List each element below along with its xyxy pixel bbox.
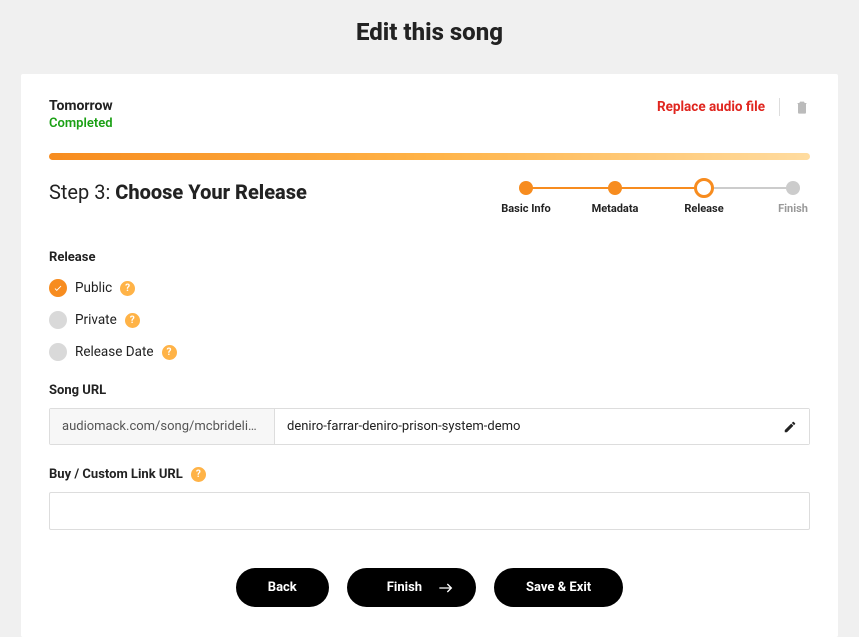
header-actions: Replace audio file bbox=[657, 98, 810, 116]
check-icon bbox=[53, 283, 63, 293]
step-row: Step 3: Choose Your Release Basic Info M… bbox=[49, 180, 810, 220]
stepper-dot-basic[interactable] bbox=[519, 181, 533, 195]
progress-bar bbox=[49, 153, 810, 160]
radio-row-private[interactable]: Private ? bbox=[49, 311, 810, 329]
buy-link-label: Buy / Custom Link URL bbox=[49, 467, 183, 482]
divider bbox=[779, 98, 780, 116]
arrow-right-icon bbox=[438, 582, 454, 594]
help-icon[interactable]: ? bbox=[191, 467, 206, 482]
back-button[interactable]: Back bbox=[236, 568, 329, 607]
buy-link-label-row: Buy / Custom Link URL ? bbox=[49, 467, 810, 482]
radio-public[interactable] bbox=[49, 279, 67, 297]
page-title: Edit this song bbox=[0, 0, 859, 74]
pencil-icon[interactable] bbox=[783, 420, 797, 434]
radio-label-release-date: Release Date bbox=[75, 344, 154, 360]
stepper-dot-metadata[interactable] bbox=[608, 181, 622, 195]
radio-row-public[interactable]: Public ? bbox=[49, 279, 810, 297]
help-icon[interactable]: ? bbox=[125, 313, 140, 328]
stepper-line-1 bbox=[526, 187, 615, 189]
radio-label-private: Private bbox=[75, 312, 117, 328]
stepper-dot-finish[interactable] bbox=[786, 181, 800, 195]
radio-row-release-date[interactable]: Release Date ? bbox=[49, 343, 810, 361]
radio-label-public: Public bbox=[75, 280, 112, 296]
radio-release-date[interactable] bbox=[49, 343, 67, 361]
buy-link-input[interactable] bbox=[49, 492, 810, 530]
step-title: Step 3: Choose Your Release bbox=[49, 180, 307, 204]
step-prefix: Step 3: bbox=[49, 180, 115, 204]
radio-private[interactable] bbox=[49, 311, 67, 329]
help-icon[interactable]: ? bbox=[120, 281, 135, 296]
edit-card: Tomorrow Completed Replace audio file St… bbox=[21, 74, 838, 637]
finish-button-label: Finish bbox=[387, 580, 422, 595]
release-section-label: Release bbox=[49, 250, 810, 265]
replace-audio-link[interactable]: Replace audio file bbox=[657, 99, 765, 115]
release-radio-group: Public ? Private ? Release Date ? bbox=[49, 279, 810, 361]
song-url-prefix: audiomack.com/song/mcbridelizab... bbox=[50, 409, 275, 444]
card-header: Tomorrow Completed Replace audio file bbox=[49, 98, 810, 131]
song-meta: Tomorrow Completed bbox=[49, 98, 113, 131]
stepper-label-release: Release bbox=[684, 202, 723, 215]
stepper-label-finish: Finish bbox=[778, 202, 808, 215]
stepper-line-2 bbox=[615, 187, 704, 189]
button-row: Back Finish Save & Exit bbox=[49, 568, 810, 607]
stepper-label-metadata: Metadata bbox=[592, 202, 639, 215]
step-name: Choose Your Release bbox=[115, 180, 307, 204]
song-url-row: audiomack.com/song/mcbridelizab... denir… bbox=[49, 408, 810, 445]
song-url-value: deniro-farrar-deniro-prison-system-demo bbox=[287, 419, 520, 434]
song-url-label: Song URL bbox=[49, 383, 106, 398]
trash-icon[interactable] bbox=[794, 99, 810, 115]
save-exit-button[interactable]: Save & Exit bbox=[494, 568, 623, 607]
stepper-label-basic: Basic Info bbox=[501, 202, 550, 215]
song-status: Completed bbox=[49, 116, 113, 131]
help-icon[interactable]: ? bbox=[162, 345, 177, 360]
finish-button[interactable]: Finish bbox=[347, 568, 476, 607]
song-url-label-row: Song URL bbox=[49, 383, 810, 398]
stepper-line-3 bbox=[704, 187, 793, 189]
song-name: Tomorrow bbox=[49, 98, 113, 114]
stepper-dot-release[interactable] bbox=[694, 178, 714, 198]
stepper: Basic Info Metadata Release Finish bbox=[500, 180, 810, 220]
song-url-value-container: deniro-farrar-deniro-prison-system-demo bbox=[275, 409, 809, 444]
